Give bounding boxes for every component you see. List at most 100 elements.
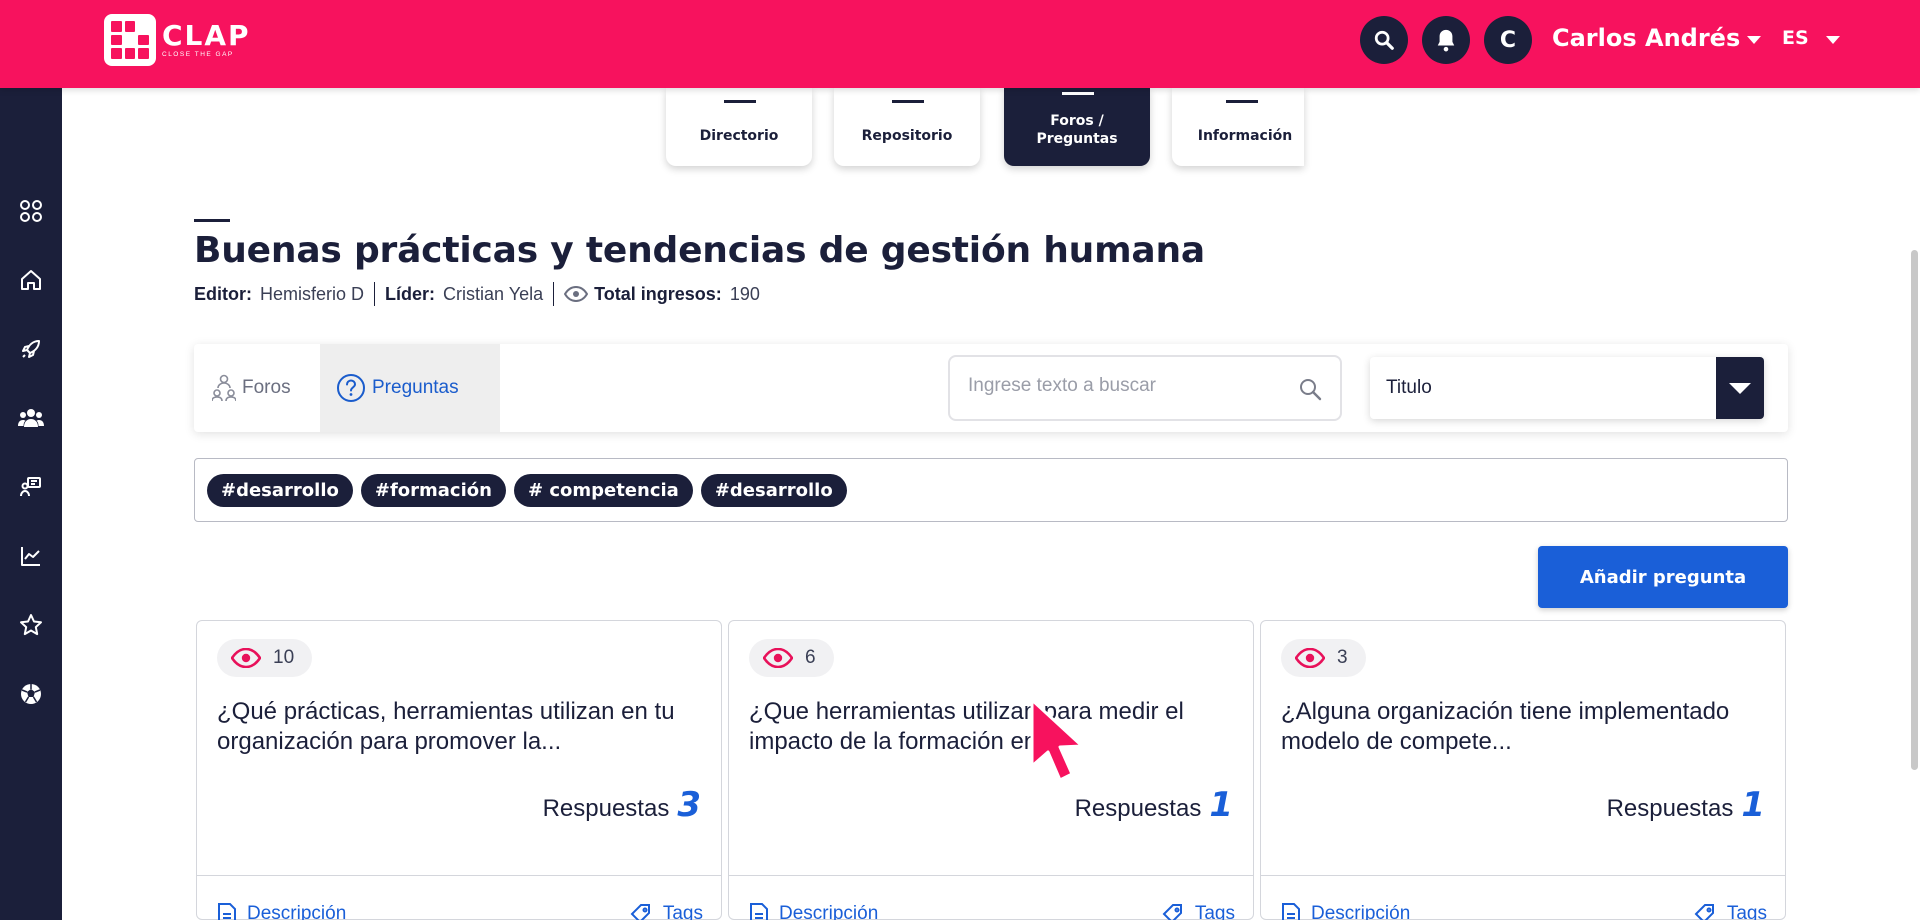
tab-label: Información xyxy=(1197,128,1293,144)
eye-icon xyxy=(564,286,589,302)
tags-link[interactable]: Tags xyxy=(1693,902,1767,920)
card-footer: Descripción Tags xyxy=(729,875,1253,920)
forum-icon[interactable] xyxy=(16,472,46,502)
divider xyxy=(374,282,376,306)
answers-label: Respuestas xyxy=(1606,795,1734,822)
question-card[interactable]: 3 ¿Alguna organización tiene implementad… xyxy=(1260,620,1786,920)
avatar[interactable]: C xyxy=(1484,16,1532,64)
description-link[interactable]: Descripción xyxy=(217,902,346,920)
notifications-button[interactable] xyxy=(1422,16,1470,64)
subtab-preguntas[interactable]: Preguntas xyxy=(320,344,500,432)
chevron-down-icon[interactable] xyxy=(1716,357,1764,419)
views-badge: 6 xyxy=(749,639,834,677)
eye-icon xyxy=(763,648,793,668)
logo-tagline: CLOSE THE GAP xyxy=(162,50,234,58)
leader-value: Cristian Yela xyxy=(443,283,544,304)
description-label: Descripción xyxy=(779,903,879,920)
sort-select-value: Titulo xyxy=(1386,377,1432,398)
search-field[interactable] xyxy=(948,355,1342,421)
sort-select[interactable]: Titulo xyxy=(1370,357,1764,419)
question-card[interactable]: 10 ¿Qué prácticas, herramientas utilizan… xyxy=(196,620,722,920)
tag-icon xyxy=(630,904,650,920)
user-name[interactable]: Carlos Andrés xyxy=(1552,24,1740,52)
add-question-button[interactable]: Añadir pregunta xyxy=(1538,546,1788,608)
users-icon[interactable] xyxy=(16,403,46,433)
tab-repositorio[interactable]: Repositorio xyxy=(834,88,980,166)
card-footer: Descripción Tags xyxy=(197,875,721,920)
tags-link[interactable]: Tags xyxy=(1161,902,1235,920)
tags-label: Tags xyxy=(1194,903,1235,920)
tab-informacion[interactable]: Información xyxy=(1172,88,1304,166)
search-input[interactable] xyxy=(968,375,1288,397)
answers-number: 1 xyxy=(1209,785,1233,825)
page-meta: Editor: Hemisferio D Líder: Cristian Yel… xyxy=(194,282,760,306)
answers-number: 3 xyxy=(677,785,701,825)
tab-foros-preguntas[interactable]: Foros / Preguntas xyxy=(1004,88,1150,166)
mouse-cursor-icon xyxy=(1030,698,1084,782)
tag-icon xyxy=(1694,904,1714,920)
sidebar xyxy=(0,88,62,920)
chart-icon[interactable] xyxy=(16,541,46,571)
views-count: 6 xyxy=(805,647,816,668)
views-count: 10 xyxy=(273,647,295,668)
question-title[interactable]: ¿Qué prácticas, herramientas utilizan en… xyxy=(217,697,707,757)
question-title[interactable]: ¿Que herramientas utilizan para medir el… xyxy=(749,697,1239,757)
question-card[interactable]: 6 ¿Que herramientas utilizan para medir … xyxy=(728,620,1254,920)
tag-chip[interactable]: #formación xyxy=(360,473,506,507)
eye-icon xyxy=(1295,648,1325,668)
description-label: Descripción xyxy=(1311,903,1411,920)
description-label: Descripción xyxy=(247,903,347,920)
divider xyxy=(553,282,555,306)
tab-label: Directorio xyxy=(699,128,779,144)
question-circle-icon xyxy=(337,374,365,402)
views-badge: 3 xyxy=(1281,639,1366,677)
home-icon[interactable] xyxy=(16,265,46,295)
tags-filter: #desarrollo #formación # competencia #de… xyxy=(194,458,1788,522)
tab-label: Repositorio xyxy=(861,128,953,144)
star-icon[interactable] xyxy=(16,610,46,640)
search-button[interactable] xyxy=(1360,16,1408,64)
language-selector[interactable]: ES xyxy=(1782,27,1809,49)
forum-people-icon xyxy=(212,374,236,402)
soccer-ball-icon[interactable] xyxy=(16,679,46,709)
views-badge: 10 xyxy=(217,639,313,677)
question-title[interactable]: ¿Alguna organización tiene implementado … xyxy=(1281,697,1771,757)
editor-label: Editor: xyxy=(194,283,252,304)
tag-chip[interactable]: # competencia xyxy=(513,473,693,507)
language-caret-icon[interactable] xyxy=(1826,36,1840,44)
description-link[interactable]: Descripción xyxy=(1281,902,1410,920)
title-dash xyxy=(194,219,230,222)
answers-number: 1 xyxy=(1741,785,1765,825)
user-menu-caret-icon[interactable] xyxy=(1747,36,1761,44)
filter-panel: Foros Preguntas Titulo xyxy=(194,344,1788,432)
tag-chip[interactable]: #desarrollo xyxy=(700,473,847,507)
eye-icon xyxy=(231,648,261,668)
views-count: 3 xyxy=(1337,647,1348,668)
scrollbar[interactable] xyxy=(1911,250,1918,770)
document-icon xyxy=(1282,903,1300,920)
answers-count: Respuestas 3 xyxy=(543,785,701,825)
tab-label: Foros / Preguntas xyxy=(1036,113,1118,147)
search-icon[interactable] xyxy=(1298,377,1322,401)
editor-value: Hemisferio D xyxy=(260,283,365,304)
description-link[interactable]: Descripción xyxy=(749,902,878,920)
tab-directorio[interactable]: Directorio xyxy=(666,88,812,166)
total-label: Total ingresos: xyxy=(594,283,722,304)
tags-label: Tags xyxy=(662,903,703,920)
total-value: 190 xyxy=(729,283,760,304)
tags-link[interactable]: Tags xyxy=(629,902,703,920)
leader-label: Líder: xyxy=(385,283,436,304)
tag-icon xyxy=(1162,904,1182,920)
tags-label: Tags xyxy=(1726,903,1767,920)
grid-icon[interactable] xyxy=(16,196,46,226)
clap-logo[interactable]: CLAP CLOSE THE GAP xyxy=(104,14,251,66)
tag-chip[interactable]: #desarrollo xyxy=(207,473,353,507)
document-icon xyxy=(218,903,236,920)
bell-icon xyxy=(1437,29,1455,52)
logo-name: CLAP xyxy=(162,18,251,52)
answers-count: Respuestas 1 xyxy=(1607,785,1765,825)
subtab-label: Foros xyxy=(242,377,291,398)
rocket-icon[interactable] xyxy=(16,334,46,364)
subtab-foros[interactable]: Foros xyxy=(212,344,291,432)
logo-mark-icon xyxy=(104,14,156,66)
